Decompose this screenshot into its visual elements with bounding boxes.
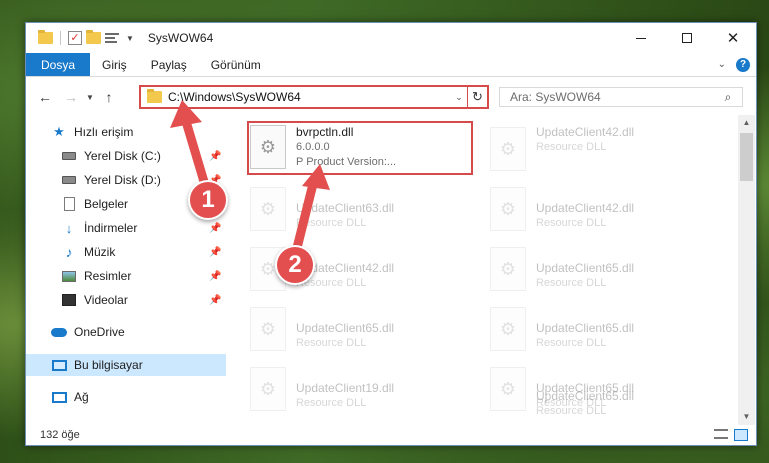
step-1-badge: 1 xyxy=(188,180,228,220)
arrow-step2 xyxy=(292,175,319,253)
arrow-step1-head xyxy=(170,100,202,128)
arrow-step2-head xyxy=(302,164,330,190)
annotation-arrows xyxy=(170,100,330,253)
arrow-step1 xyxy=(180,113,210,190)
step-2-badge: 2 xyxy=(275,245,315,285)
